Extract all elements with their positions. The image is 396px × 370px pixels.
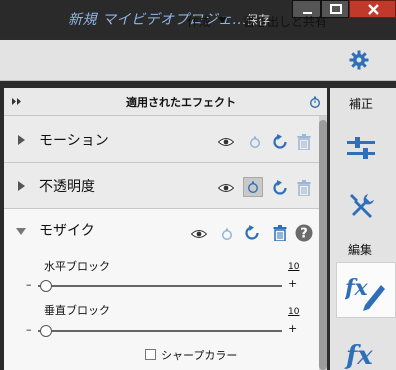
horizontal-block-slider-track[interactable] — [38, 285, 282, 287]
stopwatch-icon — [248, 181, 258, 193]
close-button[interactable] — [349, 0, 396, 18]
expand-arrow-icon[interactable] — [18, 181, 25, 191]
fx-edit-icon: fx — [345, 275, 385, 311]
increase-button[interactable]: + — [288, 277, 297, 290]
stopwatch-icon[interactable] — [221, 228, 233, 240]
eye-icon[interactable] — [218, 183, 234, 193]
trash-icon[interactable] — [297, 134, 311, 150]
collapse-arrow-icon[interactable] — [16, 228, 26, 235]
export-share-menu[interactable]: 書き出しと共有 — [243, 13, 327, 30]
eye-icon[interactable] — [218, 137, 234, 147]
effect-name: モザイク — [39, 223, 95, 239]
adjust-sliders-icon[interactable] — [347, 136, 375, 160]
keyframe-toggle-active[interactable] — [243, 177, 263, 197]
reset-icon[interactable] — [272, 180, 288, 196]
effect-name: モーション — [39, 133, 109, 149]
menu-bar — [0, 40, 396, 81]
eye-icon[interactable] — [191, 229, 207, 239]
expand-arrow-icon[interactable] — [18, 135, 25, 145]
reset-icon[interactable] — [244, 225, 260, 241]
edit-section-label: 編集 — [348, 243, 373, 257]
decrease-button[interactable]: – — [26, 323, 32, 336]
reset-icon[interactable] — [272, 134, 288, 150]
effect-row-mosaic[interactable]: モザイク ? 水平ブロック 10 – + 垂直ブロック 10 – + シャープカ… — [4, 209, 324, 370]
help-icon[interactable]: ? — [295, 224, 313, 242]
svg-text:?: ? — [300, 227, 308, 242]
sharp-color-label: シャープカラー — [161, 349, 238, 362]
vertical-block-value[interactable]: 10 — [288, 307, 299, 317]
stopwatch-icon[interactable] — [249, 136, 261, 148]
panel-header: 適用されたエフェクト — [4, 88, 327, 116]
scrollbar-thumb[interactable] — [319, 120, 327, 370]
panel-title: 適用されたエフェクト — [126, 96, 236, 109]
increase-button[interactable]: + — [288, 322, 297, 335]
effect-row-motion[interactable]: モーション — [4, 116, 324, 163]
create-menu[interactable]: 作成 — [187, 13, 211, 30]
horizontal-block-label: 水平ブロック — [44, 260, 110, 273]
right-toolbar — [330, 88, 396, 370]
trash-icon[interactable] — [273, 225, 287, 241]
effects-button-active[interactable]: fx — [336, 262, 396, 318]
vertical-block-label: 垂直ブロック — [44, 304, 110, 317]
svg-text:fx: fx — [344, 341, 373, 370]
horizontal-block-slider-handle[interactable] — [40, 280, 52, 292]
trash-icon[interactable] — [297, 180, 311, 196]
double-chevron-right-icon[interactable] — [12, 98, 22, 105]
vertical-block-slider-handle[interactable] — [40, 325, 52, 337]
fx-icon[interactable]: fx — [344, 336, 384, 370]
tools-icon[interactable] — [348, 192, 376, 220]
decrease-button[interactable]: – — [26, 278, 32, 291]
svg-text:fx: fx — [345, 275, 368, 301]
close-icon — [368, 4, 379, 15]
stopwatch-icon[interactable] — [309, 96, 321, 108]
sharp-color-checkbox[interactable] — [145, 349, 156, 360]
effect-name: 不透明度 — [39, 179, 95, 195]
vertical-block-slider-track[interactable] — [38, 330, 282, 332]
chevron-down-icon[interactable] — [218, 17, 227, 23]
adjust-section-label: 補正 — [349, 97, 374, 111]
effect-row-opacity[interactable]: 不透明度 — [4, 163, 324, 209]
horizontal-block-value[interactable]: 10 — [288, 262, 299, 272]
gear-icon[interactable] — [349, 50, 369, 70]
